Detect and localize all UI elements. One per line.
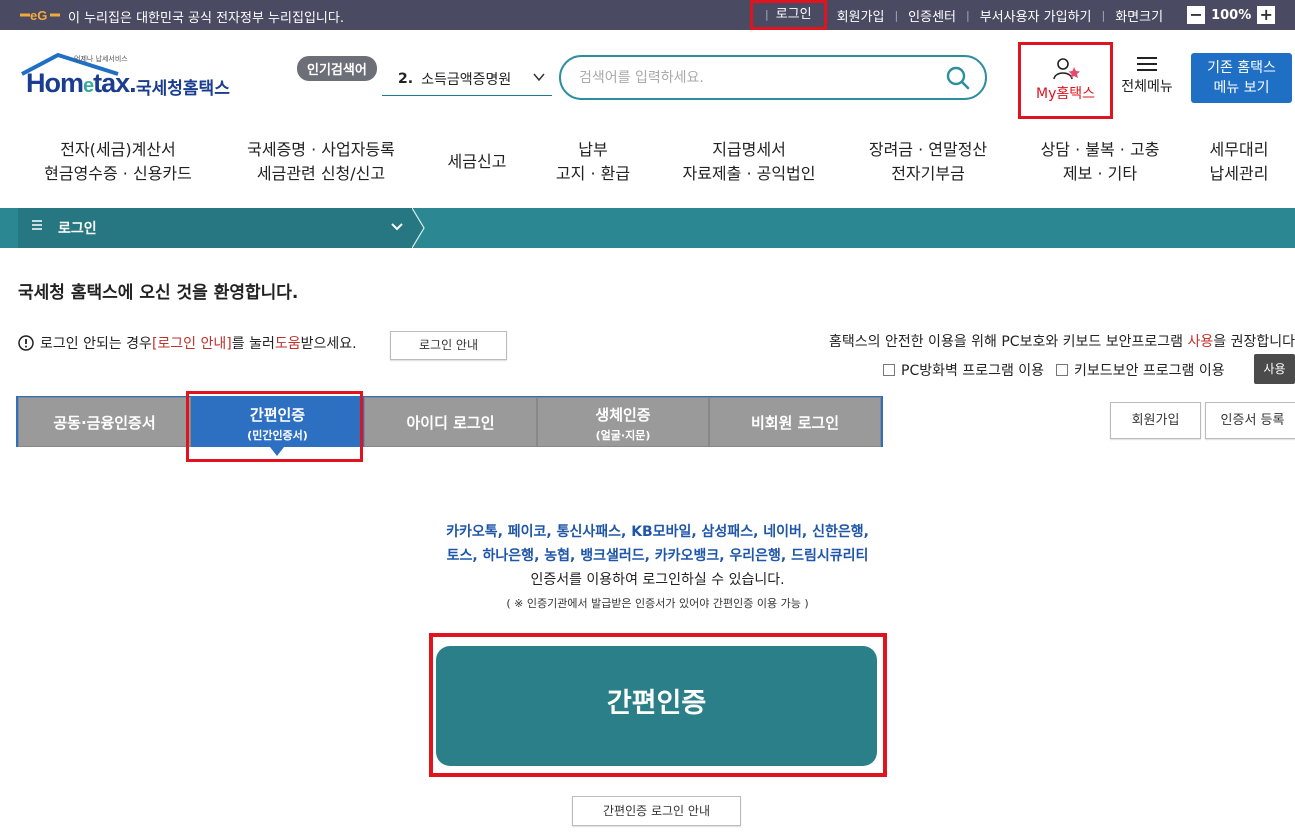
info-icon — [18, 335, 34, 351]
popular-rank: 2. — [398, 70, 414, 87]
zoom-in-button[interactable]: + — [1257, 6, 1276, 24]
join-button[interactable]: 회원가입 — [1110, 402, 1201, 439]
tab-joint-cert[interactable]: 공동·금융인증서 — [18, 397, 191, 447]
screen-size-label: 화면크기 — [1115, 9, 1164, 25]
highlight-box — [186, 391, 363, 462]
nav-item-certificate[interactable]: 국세증명 · 사업자등록 세금관련 신청/신고 — [236, 138, 406, 186]
login-guide-link[interactable]: [로그인 안내] — [152, 333, 232, 353]
tab-biometric[interactable]: 생체인증 (얼굴·지문) — [537, 397, 709, 447]
keyboard-security-checkbox[interactable] — [1056, 364, 1069, 376]
login-help: 로그인 안되는 경우 [로그인 안내] 를 눌러 도움 받으세요. — [18, 333, 357, 353]
nav-item-invoice[interactable]: 전자(세금)계산서 현금영수증 · 신용카드 — [38, 138, 198, 186]
logo-subtitle: 언제나 납세서비스 — [74, 55, 128, 63]
gov-notice: 이 누리집은 대한민국 공식 전자정부 누리집입니다. — [68, 11, 344, 26]
my-hometax-button[interactable]: My홈택스 — [1018, 42, 1113, 119]
breadcrumb-arrow — [412, 208, 425, 248]
nav-item-consulting[interactable]: 상담 · 불복 · 고충 제보 · 기타 — [1030, 138, 1170, 186]
welcome-message: 국세청 홈택스에 오신 것을 환영합니다. — [18, 283, 299, 303]
zoom-out-button[interactable]: − — [1187, 6, 1206, 24]
popular-search-select[interactable]: 2. 소득금액증명원 — [382, 62, 552, 96]
gov-links: | 로그인 회원가입 | 인증센터 | 부서사용자 가입하기 | 화면크기 − … — [750, 0, 1276, 30]
provider-info: 카카오톡, 페이코, 통신사패스, KB모바일, 삼성패스, 네이버, 신한은행… — [0, 520, 1295, 616]
logo-wordmark: Hometax. — [26, 68, 137, 98]
zoom-value: 100% — [1211, 7, 1252, 23]
breadcrumb-label: 로그인 — [58, 221, 97, 237]
logo-name: 국세청홈택스 — [136, 79, 230, 99]
old-menu-button[interactable]: 기존 홈택스 메뉴 보기 — [1191, 53, 1292, 103]
gov-top-bar: eG 이 누리집은 대한민국 공식 전자정부 누리집입니다. | 로그인 회원가… — [0, 0, 1295, 30]
user-star-icon — [1053, 58, 1080, 80]
keyboard-security-label: 키보드보안 프로그램 이용 — [1074, 363, 1225, 379]
top-cert-center-link[interactable]: 인증센터 — [898, 6, 966, 25]
search-input[interactable] — [579, 66, 939, 90]
nav-item-payment[interactable]: 납부 고지 · 환급 — [543, 138, 643, 186]
cert-register-button[interactable]: 인증서 등록 — [1205, 402, 1295, 439]
simple-auth-guide-button[interactable]: 간편인증 로그인 안내 — [572, 796, 741, 826]
chevron-down-icon — [533, 73, 545, 82]
breadcrumb-bar: 로그인 — [0, 208, 1295, 248]
top-dept-signup-link[interactable]: 부서사용자 가입하기 — [970, 6, 1102, 25]
all-menu-label: 전체메뉴 — [1121, 79, 1173, 95]
eg-emblem-icon: eG — [20, 8, 60, 23]
top-login-link[interactable]: | 로그인 — [750, 0, 827, 30]
popular-search-badge: 인기검색어 — [297, 56, 377, 81]
nav-item-payment-statement[interactable]: 지급명세서 자료제출 · 공익법인 — [670, 138, 828, 186]
pc-firewall-label: PC방화벽 프로그램 이용 — [901, 363, 1045, 379]
security-message: 홈택스의 안전한 이용을 위해 PC보호와 키보드 보안프로그램 사용을 권장합… — [829, 334, 1295, 350]
popular-term: 소득금액증명원 — [421, 71, 512, 88]
nav-item-tax-filing[interactable]: 세금신고 — [436, 150, 518, 174]
top-signup-link[interactable]: 회원가입 — [827, 6, 895, 25]
provider-list-line1: 카카오톡, 페이코, 통신사패스, KB모바일, 삼성패스, 네이버, 신한은행… — [446, 524, 869, 540]
security-options: PC방화벽 프로그램 이용 키보드보안 프로그램 이용 — [883, 360, 1225, 380]
nav-item-incentive[interactable]: 장려금 · 연말정산 전자기부금 — [857, 138, 999, 186]
list-icon — [32, 220, 42, 230]
hometax-logo[interactable]: 언제나 납세서비스 Hometax. 국세청홈택스 — [18, 52, 238, 107]
all-menu-button[interactable]: 전체메뉴 — [1116, 56, 1178, 96]
main-navigation: 전자(세금)계산서 현금영수증 · 신용카드 국세증명 · 사업자등록 세금관련 신… — [0, 138, 1295, 190]
provider-desc: 인증서를 이용하여 로그인하실 수 있습니다. — [530, 572, 785, 588]
pc-firewall-checkbox[interactable] — [883, 364, 895, 376]
breadcrumb[interactable]: 로그인 — [18, 208, 414, 248]
hamburger-icon — [1137, 57, 1157, 71]
simple-auth-button[interactable]: 간편인증 — [436, 646, 877, 766]
provider-note: ( ※ 인증기관에서 발급받은 인증서가 있어야 간편인증 이용 가능 ) — [506, 597, 809, 610]
zoom-control: − 100% + — [1187, 6, 1276, 24]
use-security-button[interactable]: 사용 — [1254, 354, 1295, 384]
tab-id-login[interactable]: 아이디 로그인 — [364, 397, 537, 447]
tab-non-member[interactable]: 비회원 로그인 — [709, 397, 881, 447]
nav-item-tax-agent[interactable]: 세무대리 납세관리 — [1196, 138, 1282, 186]
svg-text:eG: eG — [30, 8, 47, 23]
search-box — [559, 55, 987, 100]
chevron-down-icon — [391, 223, 403, 231]
provider-list-line2: 토스, 하나은행, 농협, 뱅크샐러드, 카카오뱅크, 우리은행, 드림시큐리티 — [446, 548, 869, 564]
search-icon[interactable] — [945, 65, 971, 91]
login-guide-button[interactable]: 로그인 안내 — [390, 331, 507, 360]
my-hometax-label: My홈택스 — [1035, 86, 1095, 102]
